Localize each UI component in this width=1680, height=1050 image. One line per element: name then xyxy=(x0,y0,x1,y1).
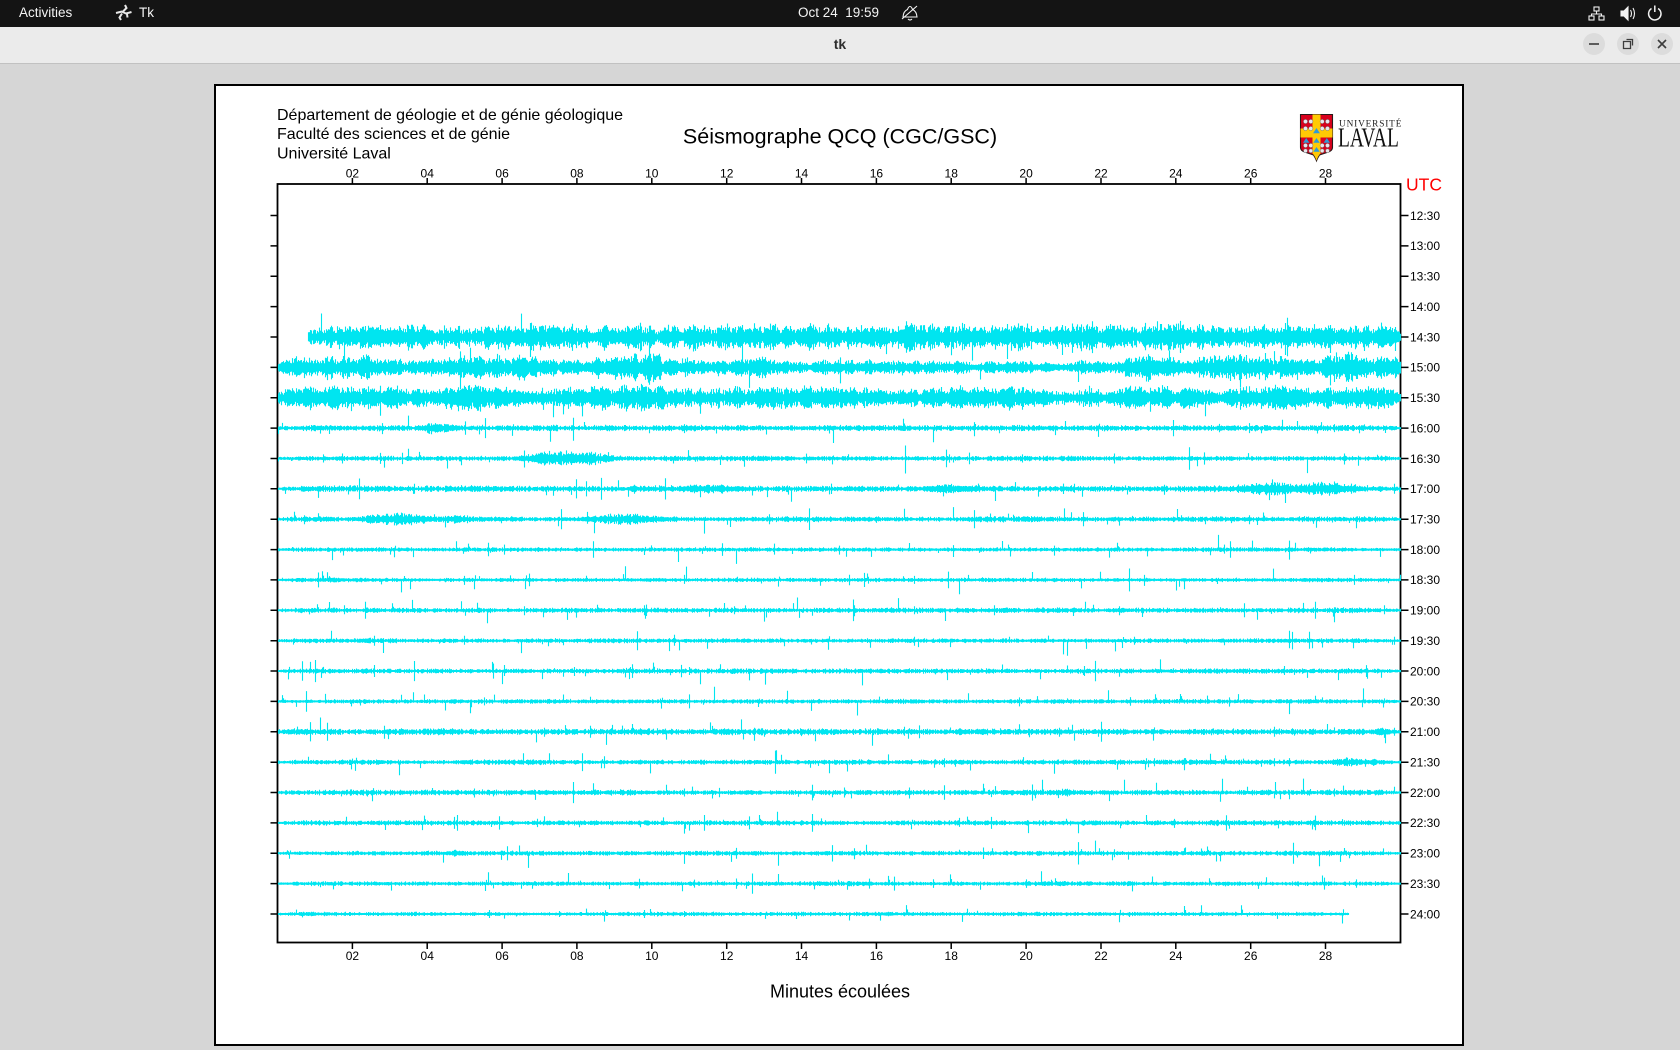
svg-text:Minutes écoulées: Minutes écoulées xyxy=(770,982,910,1002)
svg-text:02: 02 xyxy=(346,949,360,963)
svg-text:21:00: 21:00 xyxy=(1410,725,1440,739)
svg-text:10: 10 xyxy=(645,949,659,963)
svg-text:Séismographe QCQ (CGC/GSC): Séismographe QCQ (CGC/GSC) xyxy=(683,125,997,149)
svg-text:23:30: 23:30 xyxy=(1410,877,1440,891)
svg-text:10: 10 xyxy=(645,167,659,181)
svg-text:22:00: 22:00 xyxy=(1410,786,1440,800)
svg-text:Université Laval: Université Laval xyxy=(277,146,391,163)
svg-text:23:00: 23:00 xyxy=(1410,847,1440,861)
svg-text:LAVAL: LAVAL xyxy=(1338,124,1399,154)
svg-text:13:30: 13:30 xyxy=(1410,270,1440,284)
svg-text:14: 14 xyxy=(795,949,809,963)
svg-text:20: 20 xyxy=(1019,949,1033,963)
svg-text:22: 22 xyxy=(1094,167,1108,181)
svg-text:UTC: UTC xyxy=(1406,175,1442,195)
svg-text:18:00: 18:00 xyxy=(1410,543,1440,557)
svg-text:24: 24 xyxy=(1169,167,1183,181)
svg-text:08: 08 xyxy=(570,949,584,963)
svg-text:18: 18 xyxy=(945,167,959,181)
svg-text:28: 28 xyxy=(1319,949,1333,963)
svg-text:20: 20 xyxy=(1019,167,1033,181)
svg-text:Faculté des sciences et de gén: Faculté des sciences et de génie xyxy=(277,126,510,143)
svg-text:Département de géologie et de: Département de géologie et de génie géol… xyxy=(277,107,623,124)
svg-text:26: 26 xyxy=(1244,167,1258,181)
svg-text:16: 16 xyxy=(870,167,884,181)
svg-text:19:30: 19:30 xyxy=(1410,634,1440,648)
svg-text:24: 24 xyxy=(1169,949,1183,963)
svg-text:04: 04 xyxy=(421,949,435,963)
svg-text:16:00: 16:00 xyxy=(1410,421,1440,435)
svg-text:02: 02 xyxy=(346,167,360,181)
svg-text:17:30: 17:30 xyxy=(1410,513,1440,527)
svg-text:21:30: 21:30 xyxy=(1410,756,1440,770)
svg-text:12:30: 12:30 xyxy=(1410,209,1440,223)
svg-text:24:00: 24:00 xyxy=(1410,907,1440,921)
svg-text:06: 06 xyxy=(495,949,509,963)
svg-text:15:30: 15:30 xyxy=(1410,391,1440,405)
svg-text:28: 28 xyxy=(1319,167,1333,181)
svg-text:08: 08 xyxy=(570,167,584,181)
svg-text:22: 22 xyxy=(1094,949,1108,963)
svg-text:18:30: 18:30 xyxy=(1410,573,1440,587)
svg-text:19:00: 19:00 xyxy=(1410,604,1440,618)
svg-text:17:00: 17:00 xyxy=(1410,482,1440,496)
svg-text:12: 12 xyxy=(720,949,734,963)
svg-text:16: 16 xyxy=(870,949,884,963)
svg-text:18: 18 xyxy=(945,949,959,963)
svg-text:04: 04 xyxy=(421,167,435,181)
svg-text:14:00: 14:00 xyxy=(1410,300,1440,314)
svg-text:22:30: 22:30 xyxy=(1410,816,1440,830)
svg-text:12: 12 xyxy=(720,167,734,181)
svg-text:06: 06 xyxy=(495,167,509,181)
svg-text:13:00: 13:00 xyxy=(1410,239,1440,253)
svg-text:15:00: 15:00 xyxy=(1410,361,1440,375)
svg-text:26: 26 xyxy=(1244,949,1258,963)
svg-text:14: 14 xyxy=(795,167,809,181)
svg-text:20:00: 20:00 xyxy=(1410,664,1440,678)
svg-text:20:30: 20:30 xyxy=(1410,695,1440,709)
svg-text:16:30: 16:30 xyxy=(1410,452,1440,466)
svg-text:14:30: 14:30 xyxy=(1410,330,1440,344)
